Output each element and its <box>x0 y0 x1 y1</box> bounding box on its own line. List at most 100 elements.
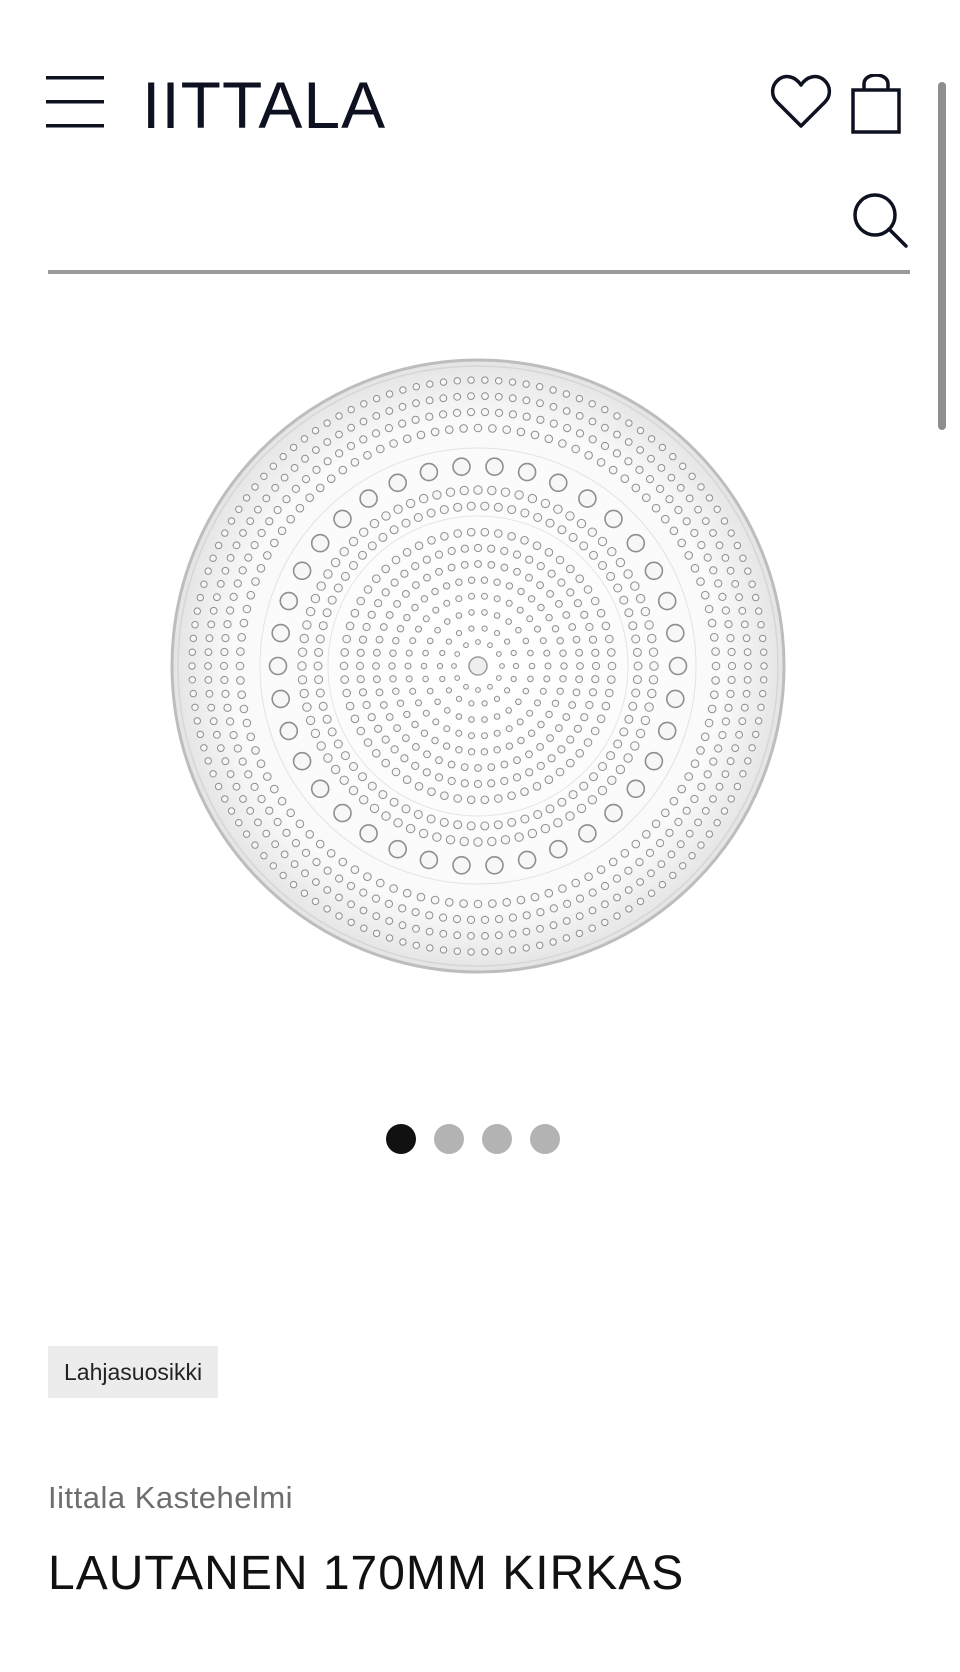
dew-drop <box>628 701 638 711</box>
dew-drop <box>204 676 213 684</box>
dew-drop <box>473 423 483 433</box>
dew-drop <box>688 852 696 860</box>
dew-drop <box>481 609 488 616</box>
carousel-dot-2[interactable] <box>434 1124 464 1154</box>
dew-drop <box>271 840 280 849</box>
dew-drop <box>536 383 544 391</box>
dew-drop <box>676 483 685 492</box>
dew-drop <box>348 536 359 547</box>
dew-drop <box>280 850 289 859</box>
dew-drop <box>485 855 504 875</box>
dew-drop <box>514 490 524 500</box>
site-header: IITTALA <box>0 0 960 280</box>
dew-drop <box>579 541 589 551</box>
dew-drop <box>739 554 747 562</box>
dew-drop <box>733 541 742 550</box>
dew-drop <box>557 578 566 587</box>
product-collection[interactable]: Iittala Kastehelmi <box>48 1478 293 1518</box>
dew-drop <box>403 710 411 719</box>
dew-drop <box>209 770 217 778</box>
dew-drop <box>316 741 326 751</box>
dew-drop <box>251 483 259 491</box>
dew-drop <box>500 760 509 769</box>
dew-drop <box>305 830 314 839</box>
dew-drop <box>426 944 434 952</box>
logo[interactable]: IITTALA <box>142 72 385 138</box>
dew-drop <box>709 566 718 575</box>
dew-drop <box>312 465 321 475</box>
product-image[interactable] <box>168 356 788 976</box>
dew-drop <box>644 702 654 712</box>
dew-drop <box>635 858 644 867</box>
dew-drop <box>388 473 407 493</box>
dew-drop <box>605 688 614 698</box>
dew-drop <box>270 784 279 794</box>
dew-drop <box>432 832 442 842</box>
dew-drop <box>508 394 517 403</box>
dew-drop <box>530 430 540 440</box>
dew-drop <box>612 874 621 883</box>
dew-drop <box>393 724 402 733</box>
dew-drop <box>572 688 581 697</box>
dew-drop <box>495 651 502 657</box>
dew-drop <box>455 595 463 603</box>
dew-drop <box>238 566 247 575</box>
dew-drop <box>315 839 325 849</box>
shopping-bag-button[interactable] <box>850 73 902 136</box>
dew-drop <box>493 729 501 737</box>
heart-icon <box>770 74 832 128</box>
dew-drop <box>269 462 278 470</box>
dew-drop <box>575 749 585 758</box>
dew-drop <box>624 866 633 875</box>
dew-drop <box>385 917 394 925</box>
carousel-dot-3[interactable] <box>482 1124 512 1154</box>
carousel-dot-1[interactable] <box>386 1124 416 1154</box>
dew-drop <box>196 730 204 739</box>
menu-button[interactable] <box>46 74 108 132</box>
dew-drop <box>640 606 651 617</box>
dew-drop <box>635 728 646 739</box>
dew-drop <box>221 566 230 575</box>
favorites-button[interactable] <box>770 74 832 132</box>
dew-drop <box>624 608 634 618</box>
dew-drop <box>657 860 666 869</box>
dew-drop <box>418 828 429 839</box>
dew-drop <box>412 941 421 949</box>
dew-drop <box>566 758 575 768</box>
dew-drop <box>242 718 252 728</box>
search-button[interactable] <box>850 190 912 252</box>
dew-drop <box>555 555 565 565</box>
dew-drop <box>384 424 393 433</box>
dew-drop <box>651 503 661 513</box>
dew-drop <box>455 713 463 720</box>
dew-drop <box>389 884 398 893</box>
dew-drop <box>565 811 575 821</box>
dew-drop <box>744 567 752 575</box>
dew-drop <box>636 446 645 454</box>
dew-drop <box>360 924 368 932</box>
dew-drop <box>265 517 274 526</box>
dew-drop <box>669 452 677 461</box>
dew-drop <box>289 443 298 452</box>
dew-drop <box>385 611 394 619</box>
dew-drop <box>391 555 401 565</box>
dew-drop <box>522 396 531 405</box>
dew-drop <box>555 600 563 608</box>
dew-drop <box>512 662 520 670</box>
search-input[interactable] <box>48 192 832 254</box>
scrollbar-thumb[interactable] <box>938 82 946 430</box>
dew-drop <box>740 620 749 629</box>
dew-drop <box>707 618 717 628</box>
dew-drop <box>553 504 563 514</box>
dew-drop <box>420 662 428 670</box>
dew-drop <box>434 698 441 706</box>
dew-drop <box>547 569 556 578</box>
dew-drop <box>271 483 280 492</box>
carousel-dot-4[interactable] <box>530 1124 560 1154</box>
dew-drop <box>339 661 349 671</box>
dew-drop <box>515 626 522 634</box>
dew-drop <box>685 494 694 503</box>
dew-drop <box>562 713 571 721</box>
dew-drop <box>434 550 444 559</box>
dew-drop <box>589 550 598 560</box>
